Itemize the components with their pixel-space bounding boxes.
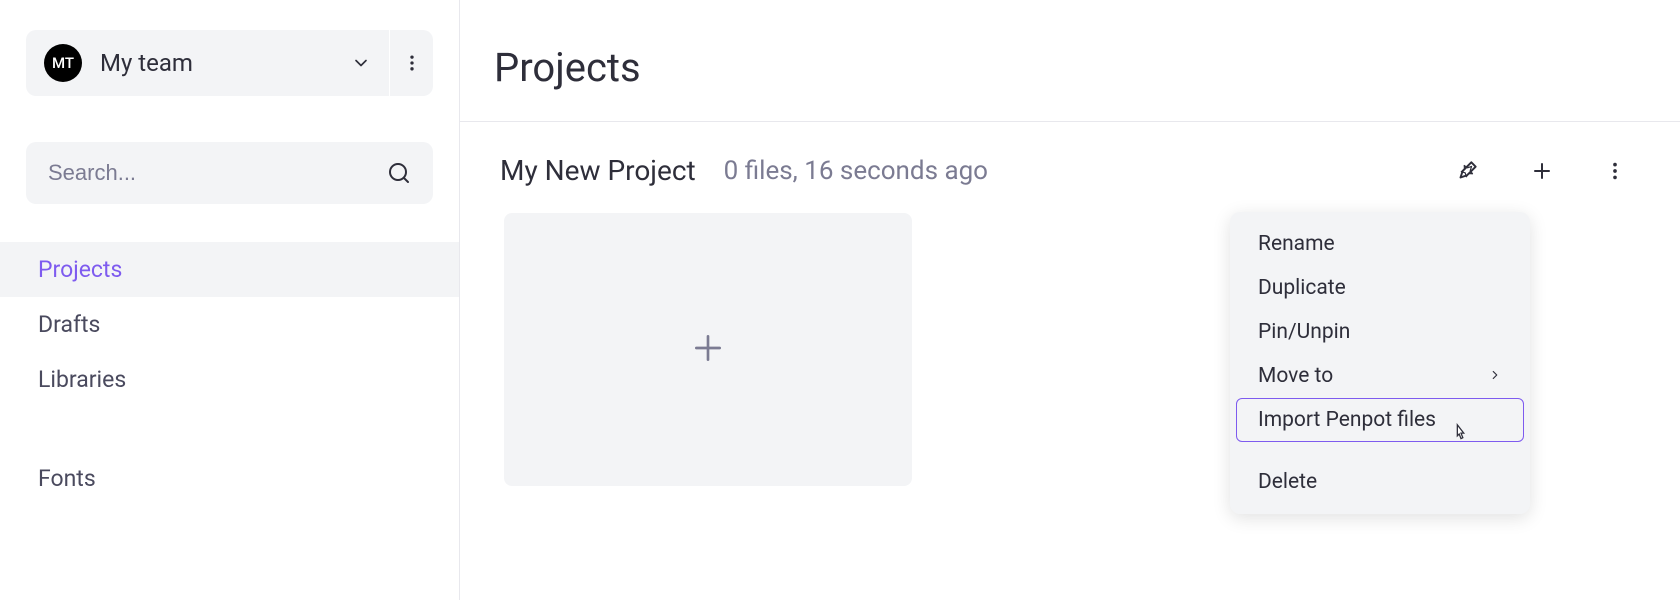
- menu-item-label: Delete: [1258, 470, 1317, 494]
- sidebar-item-drafts[interactable]: Drafts: [0, 297, 459, 352]
- search-icon[interactable]: [387, 161, 411, 185]
- nav-list: Projects Drafts Libraries Fonts: [0, 242, 459, 506]
- project-more-button[interactable]: [1604, 160, 1626, 182]
- menu-item-label: Pin/Unpin: [1258, 320, 1350, 344]
- menu-item-label: Move to: [1258, 364, 1333, 388]
- chevron-down-icon[interactable]: [351, 53, 371, 73]
- add-button[interactable]: [1530, 159, 1554, 183]
- sidebar: MT My team Projects Drafts Libraries Fon…: [0, 0, 460, 600]
- menu-item-label: Rename: [1258, 232, 1335, 256]
- menu-item-label: Import Penpot files: [1258, 408, 1436, 432]
- team-avatar: MT: [44, 44, 82, 82]
- chevron-right-icon: [1488, 364, 1502, 388]
- menu-item-delete[interactable]: Delete: [1236, 460, 1524, 504]
- main: Projects My New Project 0 files, 16 seco…: [460, 0, 1680, 600]
- sidebar-item-libraries[interactable]: Libraries: [0, 352, 459, 407]
- menu-item-move-to[interactable]: Move to: [1236, 354, 1524, 398]
- project-header: My New Project 0 files, 16 seconds ago: [460, 122, 1680, 213]
- team-row: MT My team: [26, 30, 433, 96]
- project-name[interactable]: My New Project: [500, 154, 696, 187]
- plus-icon: [688, 328, 728, 372]
- pin-button[interactable]: [1454, 158, 1480, 184]
- new-file-card[interactable]: [504, 213, 912, 486]
- search-box[interactable]: [26, 142, 433, 204]
- sidebar-item-fonts[interactable]: Fonts: [0, 451, 459, 506]
- project-actions: [1454, 158, 1646, 184]
- project-meta: 0 files, 16 seconds ago: [724, 156, 988, 186]
- page-title: Projects: [460, 0, 1680, 122]
- sidebar-item-projects[interactable]: Projects: [0, 242, 459, 297]
- menu-item-rename[interactable]: Rename: [1236, 222, 1524, 266]
- menu-item-label: Duplicate: [1258, 276, 1346, 300]
- team-more-button[interactable]: [389, 30, 433, 96]
- team-name: My team: [100, 49, 193, 77]
- team-selector[interactable]: MT My team: [26, 30, 389, 96]
- search-input[interactable]: [48, 160, 387, 186]
- menu-item-duplicate[interactable]: Duplicate: [1236, 266, 1524, 310]
- menu-item-import-penpot-files[interactable]: Import Penpot files: [1236, 398, 1524, 442]
- menu-item-pin-unpin[interactable]: Pin/Unpin: [1236, 310, 1524, 354]
- context-menu: Rename Duplicate Pin/Unpin Move to Impor…: [1230, 212, 1530, 514]
